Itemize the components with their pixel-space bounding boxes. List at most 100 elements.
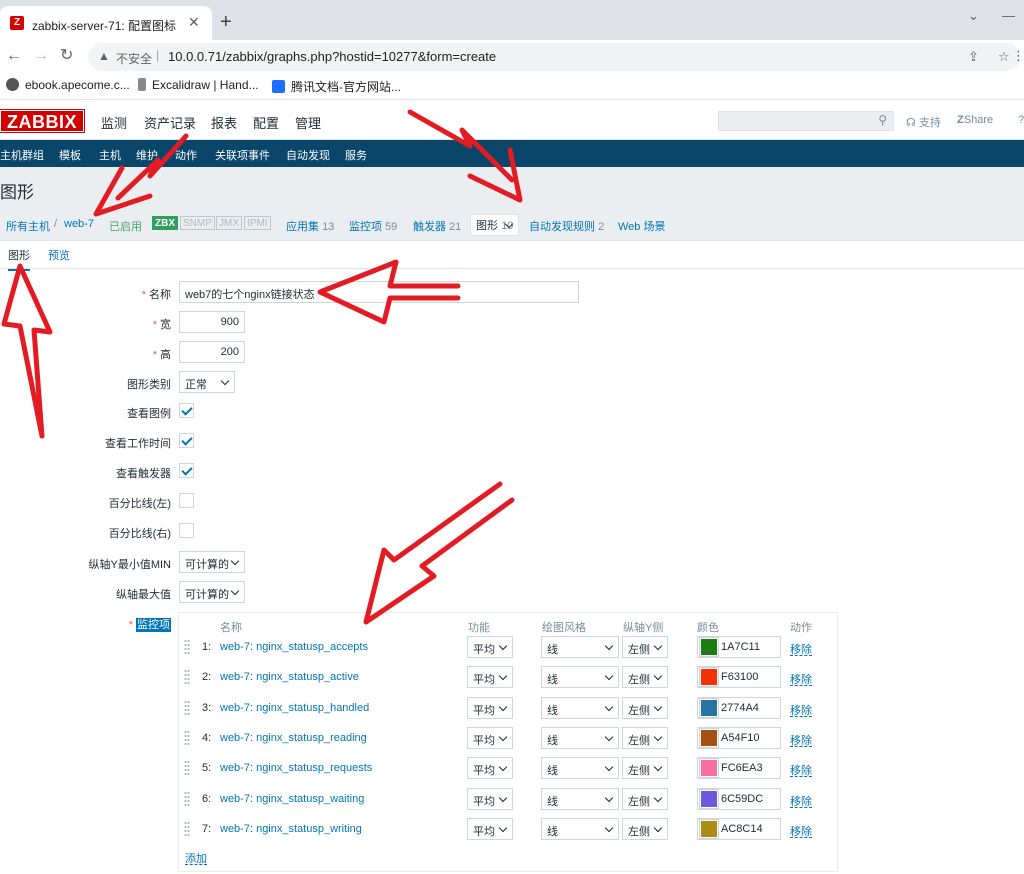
item-color-swatch[interactable]	[699, 698, 719, 718]
tab-triggers[interactable]: 触发器 21	[413, 218, 461, 234]
item-remove-link[interactable]: 移除	[790, 641, 812, 657]
bookmark-tencent-docs[interactable]: 腾讯文档-官方网站...	[272, 78, 401, 95]
tab-graphs[interactable]: 图形 10	[470, 214, 520, 236]
graph-name-input[interactable]: web7的七个nginx链接状态	[179, 281, 579, 303]
tab-applications[interactable]: 应用集 13	[286, 218, 334, 234]
menu-reports[interactable]: 报表	[211, 113, 237, 132]
item-y-side-select[interactable]: 左侧	[622, 727, 668, 749]
height-input[interactable]: 200	[179, 341, 245, 363]
browser-tab[interactable]: Z zabbix-server-71: 配置图标 ✕	[0, 6, 212, 40]
bookmark-excalidraw[interactable]: Excalidraw | Hand...	[138, 78, 259, 92]
url-field[interactable]: ▲ 不安全 | 10.0.0.71/zabbix/graphs.php?host…	[88, 43, 1020, 71]
menu-monitoring[interactable]: 监测	[101, 113, 127, 132]
add-item-link[interactable]: 添加	[185, 850, 207, 866]
menu-administration[interactable]: 管理	[295, 113, 321, 132]
item-y-side-select[interactable]: 左侧	[622, 788, 668, 810]
percentile-left-checkbox[interactable]	[179, 493, 194, 508]
item-remove-link[interactable]: 移除	[790, 762, 812, 778]
bookmark-star-icon[interactable]: ☆	[998, 49, 1010, 65]
item-row-name[interactable]: web-7: nginx_statusp_requests	[220, 762, 372, 774]
item-function-select[interactable]: 平均	[467, 636, 513, 658]
item-draw-style-select[interactable]: 线	[541, 818, 619, 840]
submenu-event-correlation[interactable]: 关联项事件	[215, 147, 270, 163]
share-icon[interactable]: ⇪	[968, 49, 979, 65]
new-tab-icon[interactable]: +	[220, 12, 232, 32]
submenu-maintenance[interactable]: 维护	[136, 147, 158, 163]
item-color-swatch[interactable]	[699, 637, 719, 657]
submenu-services[interactable]: 服务	[345, 147, 367, 163]
item-color-swatch[interactable]	[699, 758, 719, 778]
tab-items[interactable]: 监控项 59	[349, 218, 397, 234]
zabbix-logo[interactable]: ZABBIX	[0, 109, 85, 133]
tab-preview[interactable]: 预览	[48, 247, 70, 263]
tab-discovery-rules[interactable]: 自动发现规则 2	[529, 218, 604, 234]
search-icon[interactable]: ⚲	[878, 113, 887, 127]
ymin-select[interactable]: 可计算的	[179, 551, 245, 573]
minimize-icon[interactable]: —	[1002, 8, 1015, 23]
item-color-swatch[interactable]	[699, 819, 719, 839]
item-remove-link[interactable]: 移除	[790, 793, 812, 809]
drag-handle-icon[interactable]	[184, 639, 190, 655]
item-function-select[interactable]: 平均	[467, 727, 513, 749]
item-y-side-select[interactable]: 左侧	[622, 636, 668, 658]
item-color-swatch[interactable]	[699, 667, 719, 687]
item-draw-style-select[interactable]: 线	[541, 666, 619, 688]
item-row-name[interactable]: web-7: nginx_statusp_writing	[220, 823, 362, 835]
drag-handle-icon[interactable]	[184, 821, 190, 837]
width-input[interactable]: 900	[179, 311, 245, 333]
item-remove-link[interactable]: 移除	[790, 732, 812, 748]
item-remove-link[interactable]: 移除	[790, 823, 812, 839]
item-y-side-select[interactable]: 左侧	[622, 697, 668, 719]
submenu-discovery[interactable]: 自动发现	[286, 147, 330, 163]
item-color-swatch[interactable]	[699, 728, 719, 748]
submenu-host-groups[interactable]: 主机群组	[0, 147, 44, 163]
show-triggers-checkbox[interactable]	[179, 463, 194, 478]
item-remove-link[interactable]: 移除	[790, 702, 812, 718]
item-y-side-select[interactable]: 左侧	[622, 757, 668, 779]
reload-icon[interactable]: ↻	[60, 48, 73, 64]
show-worktime-checkbox[interactable]	[179, 433, 194, 448]
ymax-select[interactable]: 可计算的	[179, 581, 245, 603]
share-link[interactable]: ZShare	[957, 114, 993, 126]
back-icon[interactable]: ←	[6, 48, 22, 64]
forward-icon[interactable]: →	[33, 48, 49, 64]
tab-web-scenarios[interactable]: Web 场景	[618, 218, 665, 234]
item-remove-link[interactable]: 移除	[790, 671, 812, 687]
browser-menu-icon[interactable]: ⋮	[1012, 48, 1024, 64]
host-status[interactable]: 已启用	[109, 218, 142, 234]
drag-handle-icon[interactable]	[184, 730, 190, 746]
item-row-name[interactable]: web-7: nginx_statusp_reading	[220, 732, 367, 744]
item-draw-style-select[interactable]: 线	[541, 697, 619, 719]
item-draw-style-select[interactable]: 线	[541, 636, 619, 658]
graph-type-select[interactable]: 正常	[179, 371, 235, 393]
tab-search-icon[interactable]: ⌄	[968, 8, 979, 24]
submenu-hosts[interactable]: 主机	[99, 147, 121, 163]
item-function-select[interactable]: 平均	[467, 788, 513, 810]
show-legend-checkbox[interactable]	[179, 403, 194, 418]
item-y-side-select[interactable]: 左侧	[622, 666, 668, 688]
item-draw-style-select[interactable]: 线	[541, 788, 619, 810]
item-y-side-select[interactable]: 左侧	[622, 818, 668, 840]
breadcrumb-host[interactable]: web-7	[64, 218, 94, 230]
item-color-swatch[interactable]	[699, 789, 719, 809]
support-link[interactable]: ☊ 支持	[906, 114, 941, 130]
breadcrumb-all-hosts[interactable]: 所有主机	[6, 218, 50, 234]
help-icon[interactable]: ?	[1018, 114, 1024, 126]
drag-handle-icon[interactable]	[184, 700, 190, 716]
percentile-right-checkbox[interactable]	[179, 523, 194, 538]
close-tab-icon[interactable]: ✕	[188, 14, 200, 31]
global-search-input[interactable]: ⚲	[718, 111, 894, 131]
submenu-templates[interactable]: 模板	[59, 147, 81, 163]
submenu-actions[interactable]: 动作	[175, 147, 197, 163]
drag-handle-icon[interactable]	[184, 669, 190, 685]
item-row-name[interactable]: web-7: nginx_statusp_active	[220, 671, 359, 683]
bookmark-ebook[interactable]: ebook.apecome.c...	[6, 78, 130, 92]
item-row-name[interactable]: web-7: nginx_statusp_handled	[220, 702, 369, 714]
menu-inventory[interactable]: 资产记录	[144, 113, 196, 132]
item-row-name[interactable]: web-7: nginx_statusp_accepts	[220, 641, 368, 653]
tab-graph[interactable]: 图形	[8, 247, 30, 271]
item-function-select[interactable]: 平均	[467, 666, 513, 688]
drag-handle-icon[interactable]	[184, 760, 190, 776]
drag-handle-icon[interactable]	[184, 791, 190, 807]
menu-configuration[interactable]: 配置	[253, 113, 279, 132]
